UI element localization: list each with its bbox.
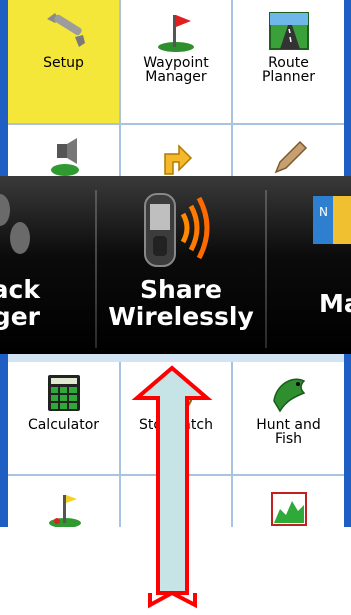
swipe-up-arrow-icon [131, 365, 213, 609]
